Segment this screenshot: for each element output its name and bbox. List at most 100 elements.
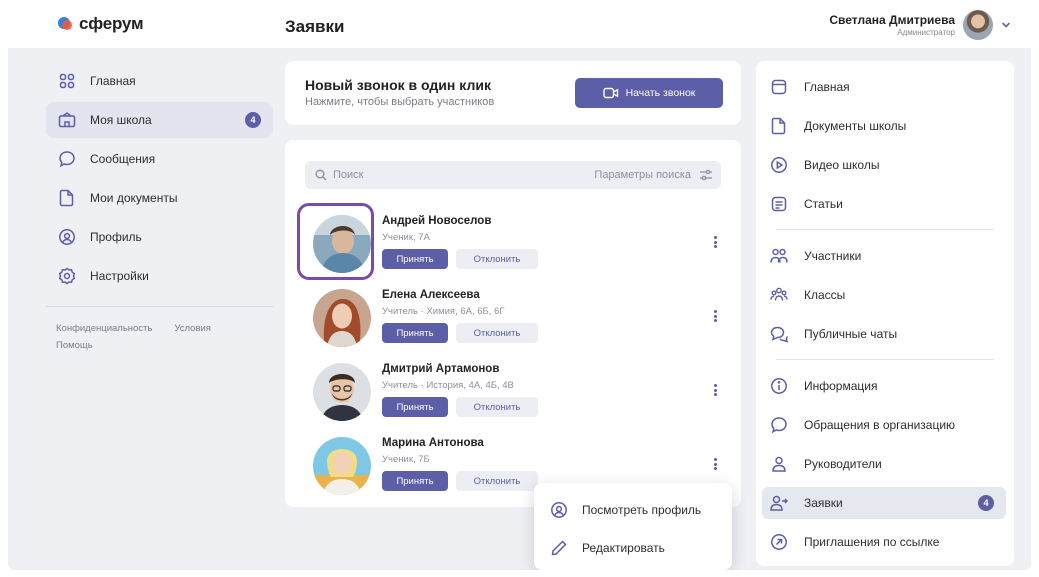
school-menu-item-requests[interactable]: Заявки 4 — [762, 487, 1006, 519]
menu-item-label: Обращения в организацию — [804, 418, 956, 432]
menu-item-label: Посмотреть профиль — [582, 503, 702, 517]
chats-icon — [770, 325, 788, 343]
video-camera-icon — [602, 87, 618, 99]
view-profile-menu-item[interactable]: Посмотреть профиль — [550, 495, 701, 525]
person-info: Ученик, 7А — [382, 232, 430, 243]
count-badge: 4 — [245, 112, 261, 128]
document-icon — [58, 189, 76, 207]
decline-button[interactable]: Отклонить — [456, 323, 538, 343]
decline-button[interactable]: Отклонить — [456, 397, 538, 417]
menu-item-label: Видео школы — [804, 158, 880, 172]
start-call-label: Начать звонок — [625, 87, 696, 99]
user-name: Светлана Дмитриева — [829, 13, 955, 27]
nav-item-label: Моя школа — [90, 113, 152, 127]
accept-button[interactable]: Принять — [382, 471, 448, 491]
link-icon — [770, 533, 788, 551]
school-menu-item-classes[interactable]: Классы — [770, 279, 1002, 311]
school-menu-item-information[interactable]: Информация — [770, 370, 1002, 402]
chat-icon — [58, 150, 76, 168]
user-role: Администратор — [897, 28, 955, 37]
school-menu-item-appeals[interactable]: Обращения в организацию — [770, 409, 1002, 441]
more-options-icon[interactable] — [709, 308, 721, 324]
divider — [46, 306, 273, 307]
school-menu-item-managers[interactable]: Руководители — [770, 448, 1002, 480]
new-call-card: Новый звонок в один клик Нажмите, чтобы … — [285, 61, 741, 125]
school-icon — [58, 111, 76, 129]
avatar-highlight — [297, 203, 374, 280]
user-add-icon — [770, 494, 788, 512]
more-options-icon[interactable] — [709, 234, 721, 250]
logo-text: сферум — [79, 14, 144, 33]
chat-icon — [770, 416, 788, 434]
logo-icon — [58, 17, 72, 31]
menu-item-label: Информация — [804, 379, 878, 393]
menu-item-label: Приглашения по ссылке — [804, 535, 940, 549]
menu-item-label: Участники — [804, 249, 862, 263]
help-link[interactable]: Помощь — [56, 340, 93, 351]
avatar[interactable] — [313, 363, 371, 421]
nav-item-my-school[interactable]: Моя школа 4 — [46, 102, 273, 138]
nav-item-settings[interactable]: Настройки — [46, 258, 273, 294]
privacy-link[interactable]: Конфиденциальность — [56, 323, 152, 334]
decline-button[interactable]: Отклонить — [456, 471, 538, 491]
more-options-icon[interactable] — [709, 456, 721, 472]
search-bar: Параметры поиска — [305, 161, 721, 189]
nav-item-profile[interactable]: Профиль — [46, 219, 273, 255]
nav-item-home[interactable]: Главная — [46, 63, 273, 99]
article-icon — [770, 195, 788, 213]
person-info: Учитель · История, 4А, 4Б, 4В — [382, 380, 514, 391]
school-menu-item-invite-links[interactable]: Приглашения по ссылке — [770, 526, 1002, 558]
person-info: Ученик, 7Б — [382, 454, 430, 465]
footer-links: Конфиденциальность Условия Помощь — [46, 317, 273, 351]
decline-button[interactable]: Отклонить — [456, 249, 538, 269]
avatar[interactable] — [963, 10, 993, 40]
edit-menu-item[interactable]: Редактировать — [550, 533, 665, 563]
context-menu: Посмотреть профиль Редактировать — [534, 483, 732, 570]
grid-icon — [58, 72, 76, 90]
avatar[interactable] — [313, 289, 371, 347]
accept-button[interactable]: Принять — [382, 397, 448, 417]
school-menu-item-members[interactable]: Участники — [770, 240, 1002, 272]
left-nav: Главная Моя школа 4 Сообщения Мои докуме… — [46, 63, 273, 351]
users-icon — [770, 247, 788, 265]
avatar[interactable] — [313, 437, 371, 495]
nav-item-my-documents[interactable]: Мои документы — [46, 180, 273, 216]
nav-item-label: Мои документы — [90, 191, 178, 205]
nav-item-label: Сообщения — [90, 152, 156, 166]
page-title: Заявки — [285, 17, 345, 36]
nav-item-label: Профиль — [90, 230, 142, 244]
nav-item-messages[interactable]: Сообщения — [46, 141, 273, 177]
chevron-down-icon[interactable] — [1001, 20, 1011, 30]
count-badge: 4 — [978, 495, 994, 511]
call-title: Новый звонок в один клик — [305, 77, 491, 93]
terms-link[interactable]: Условия — [174, 323, 211, 334]
top-bar: сферум Заявки Светлана Дмитриева Админис… — [8, 8, 1031, 48]
menu-item-label: Главная — [804, 80, 850, 94]
user-menu[interactable]: Светлана Дмитриева Администратор — [829, 10, 1011, 40]
school-menu-item-documents[interactable]: Документы школы — [770, 110, 1002, 142]
school-menu-item-video[interactable]: Видео школы — [770, 149, 1002, 181]
nav-item-label: Настройки — [90, 269, 149, 283]
menu-item-label: Публичные чаты — [804, 327, 898, 341]
divider — [776, 229, 994, 230]
divider — [776, 359, 994, 360]
accept-button[interactable]: Принять — [382, 323, 448, 343]
info-icon — [770, 377, 788, 395]
accept-button[interactable]: Принять — [382, 249, 448, 269]
more-options-icon[interactable] — [709, 382, 721, 398]
school-menu-item-articles[interactable]: Статьи — [770, 188, 1002, 220]
school-menu-item-home[interactable]: Главная — [770, 71, 1002, 103]
nav-item-label: Главная — [90, 74, 136, 88]
search-input[interactable] — [333, 161, 553, 189]
call-subtitle[interactable]: Нажмите, чтобы выбрать участников — [305, 96, 494, 108]
profile-icon — [551, 502, 567, 518]
search-params-link[interactable]: Параметры поиска — [594, 169, 691, 181]
menu-item-label: Заявки — [804, 496, 843, 510]
square-icon — [770, 78, 788, 96]
start-call-button[interactable]: Начать звонок — [575, 78, 723, 108]
logo[interactable]: сферум — [58, 14, 144, 34]
person-info: Учитель · Химия, 6А, 6Б, 6Г — [382, 306, 505, 317]
pencil-icon — [551, 540, 567, 556]
filter-icon[interactable] — [699, 169, 713, 181]
school-menu-item-public-chats[interactable]: Публичные чаты — [770, 318, 1002, 350]
